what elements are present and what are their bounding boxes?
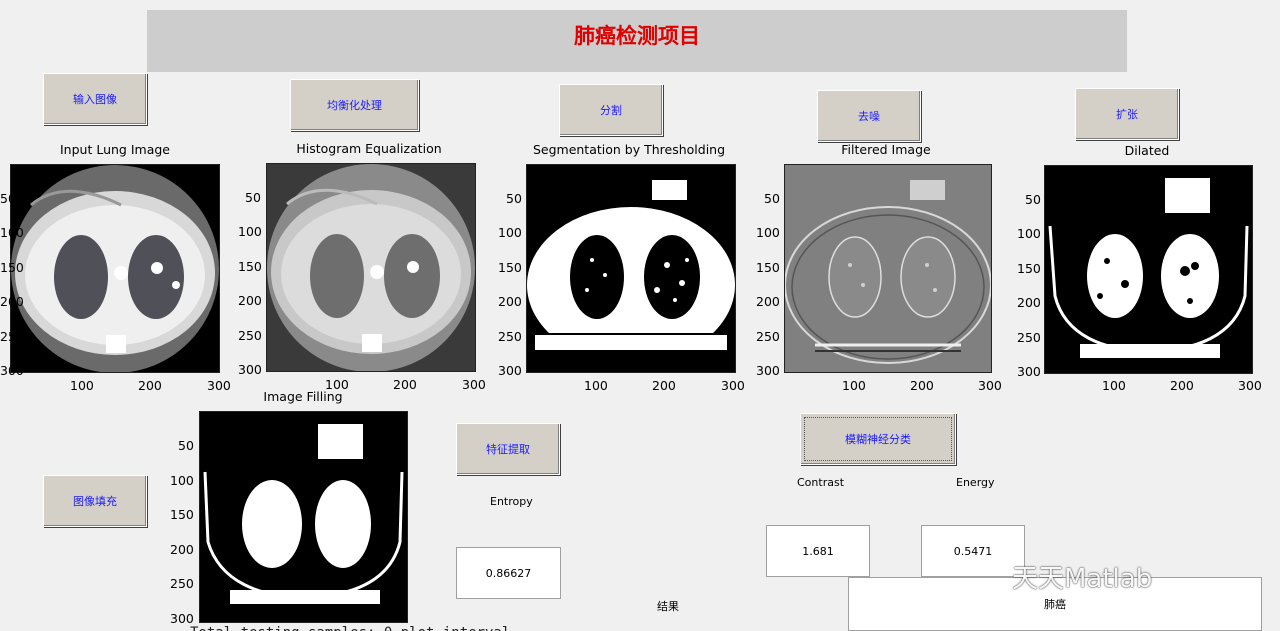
xtick: 100	[584, 378, 608, 393]
ytick: 200	[756, 294, 780, 309]
input-axes-title: Input Lung Image	[60, 142, 170, 157]
bottom-status-strip: Total testing samples: 0 plot interval	[190, 625, 690, 631]
equalize-button[interactable]: 均衡化处理	[290, 79, 419, 131]
ytick: 100	[238, 224, 262, 239]
ytick: 150	[170, 507, 194, 522]
xtick: 200	[138, 378, 162, 393]
ytick: 100	[0, 225, 24, 240]
entropy-value: 0.86627	[456, 547, 561, 599]
ytick: 150	[1017, 261, 1041, 276]
ytick: 100	[170, 473, 194, 488]
xtick: 100	[1102, 378, 1126, 393]
xtick: 300	[978, 378, 1002, 393]
xtick: 200	[910, 378, 934, 393]
dilated-axes-title: Dilated	[1124, 143, 1170, 158]
ytick: 250	[756, 329, 780, 344]
filled-image	[199, 411, 408, 623]
histeq-axes-title: Histogram Equalization	[296, 141, 442, 156]
ytick: 200	[238, 293, 262, 308]
denoise-button[interactable]: 去噪	[817, 90, 921, 142]
fuzzy-nn-classify-button[interactable]: 模糊神经分类	[800, 413, 956, 465]
ytick: 150	[0, 260, 24, 275]
ytick: 50	[245, 190, 261, 205]
segment-axes-title: Segmentation by Thresholding	[532, 142, 726, 157]
histeq-image	[266, 163, 476, 372]
ytick: 300	[0, 363, 24, 378]
ytick: 200	[498, 294, 522, 309]
ytick: 300	[238, 362, 262, 377]
ytick: 300	[756, 363, 780, 378]
ytick: 300	[170, 611, 194, 626]
segment-button[interactable]: 分割	[559, 84, 663, 136]
energy-value: 0.5471	[921, 525, 1025, 577]
dilate-button[interactable]: 扩张	[1075, 88, 1179, 140]
fill-button[interactable]: 图像填充	[43, 475, 147, 527]
filling-axes-title: Image Filling	[263, 389, 343, 404]
ytick: 250	[170, 576, 194, 591]
ytick: 250	[0, 329, 24, 344]
ytick: 250	[238, 328, 262, 343]
xtick: 300	[1238, 378, 1262, 393]
ytick: 50	[178, 438, 194, 453]
energy-label: Energy	[956, 476, 995, 489]
watermark: 天天Matlab	[1012, 564, 1153, 594]
result-label: 结果	[657, 600, 679, 613]
segmented-image	[526, 164, 736, 373]
dilated-image	[1044, 165, 1253, 374]
ytick: 50	[0, 191, 16, 206]
xtick: 100	[842, 378, 866, 393]
ytick: 100	[1017, 226, 1041, 241]
ytick: 50	[1025, 192, 1041, 207]
ytick: 50	[764, 191, 780, 206]
contrast-label: Contrast	[797, 476, 845, 489]
ytick: 150	[756, 260, 780, 275]
ytick: 200	[1017, 295, 1041, 310]
ytick: 250	[1017, 330, 1041, 345]
ytick: 100	[756, 225, 780, 240]
entropy-label: Entropy	[490, 495, 533, 508]
xtick: 300	[721, 378, 745, 393]
ytick: 150	[238, 259, 262, 274]
xtick: 200	[652, 378, 676, 393]
ytick: 100	[498, 225, 522, 240]
filtered-image	[784, 164, 992, 373]
input-lung-image	[10, 164, 220, 373]
filtered-axes-title: Filtered Image	[841, 142, 931, 157]
input-image-button[interactable]: 输入图像	[43, 73, 147, 125]
xtick: 300	[462, 377, 486, 392]
ytick: 300	[1017, 364, 1041, 379]
title-panel: 肺癌检测项目	[147, 10, 1127, 72]
ytick: 300	[498, 363, 522, 378]
app-title: 肺癌检测项目	[574, 23, 700, 48]
feature-extract-button[interactable]: 特征提取	[456, 423, 560, 475]
xtick: 100	[70, 378, 94, 393]
ytick: 50	[506, 191, 522, 206]
ytick: 200	[0, 294, 24, 309]
ytick: 150	[498, 260, 522, 275]
ytick: 200	[170, 542, 194, 557]
ytick: 250	[498, 329, 522, 344]
contrast-value: 1.681	[766, 525, 870, 577]
xtick: 200	[1170, 378, 1194, 393]
